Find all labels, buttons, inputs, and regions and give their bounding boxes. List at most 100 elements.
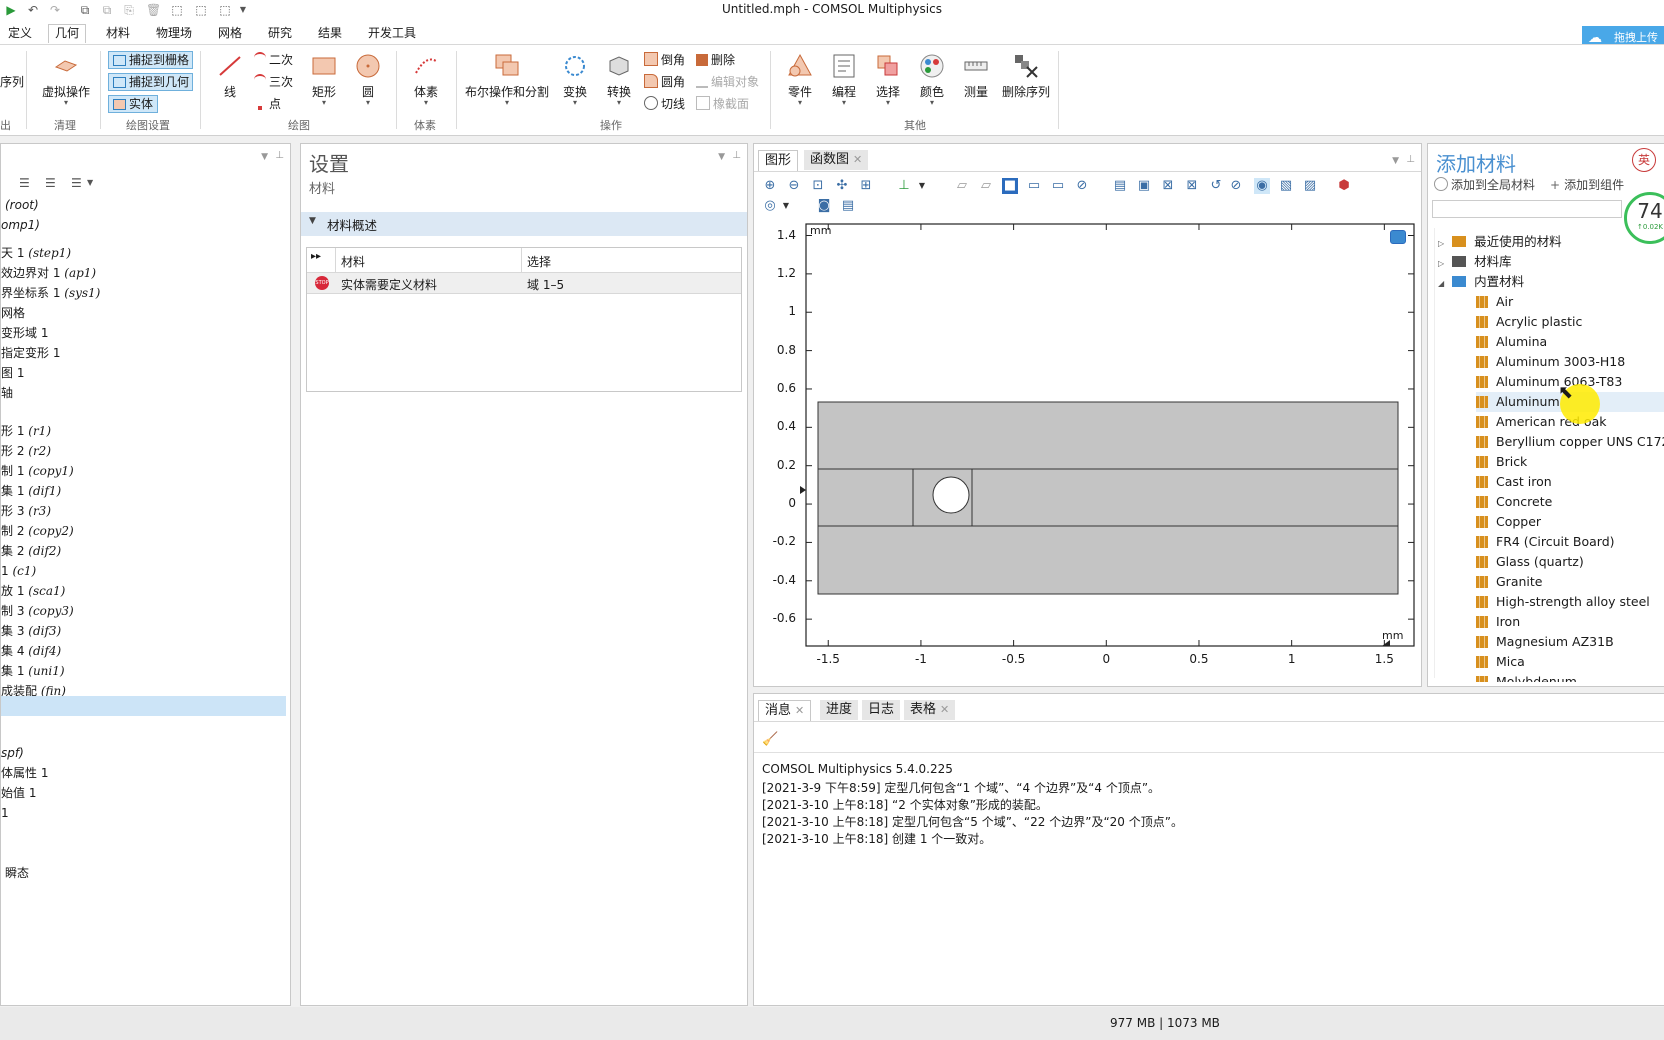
wireframe-icon[interactable]: ◉	[1254, 178, 1270, 194]
line-button[interactable]: 线	[212, 53, 248, 100]
language-badge-icon[interactable]: 英	[1632, 148, 1656, 172]
view-cube-icon[interactable]	[1390, 230, 1406, 244]
collapse-triangle-icon[interactable]: ◢	[1438, 279, 1444, 288]
print-icon[interactable]: ▤	[840, 198, 856, 214]
material-search-input[interactable]	[1432, 200, 1622, 218]
material-item[interactable]: Granite	[1476, 572, 1664, 592]
transform-button[interactable]: 变换 ▾	[556, 53, 594, 107]
tree-node[interactable]: 始值 1	[1, 784, 286, 803]
circle-button[interactable]: 圆 ▾	[350, 53, 386, 107]
convert-button[interactable]: 转换 ▾	[600, 53, 638, 107]
tree-node[interactable]: 集 2 (dif2)	[1, 542, 286, 561]
select-edge-icon[interactable]: ▭	[1050, 178, 1066, 194]
export-sequence-button[interactable]: 序列	[0, 73, 24, 91]
tree-node[interactable]: 1 (c1)	[1, 562, 286, 581]
geometry-plot[interactable]	[754, 220, 1421, 686]
chevron-down-icon[interactable]: ▼	[778, 198, 794, 214]
material-folder[interactable]: ▷ 材料库	[1438, 252, 1512, 272]
tree-node[interactable]: 网格	[1, 304, 286, 323]
material-item[interactable]: Cast iron	[1476, 472, 1664, 492]
close-icon[interactable]: ✕	[795, 704, 804, 717]
pin-icon[interactable]: ⊥	[275, 150, 284, 161]
programming-button[interactable]: 编程 ▾	[824, 53, 864, 107]
rectangle-button[interactable]: 矩形 ▾	[306, 53, 342, 107]
transparency-icon[interactable]: ▧	[1278, 178, 1294, 194]
zoom-out-icon[interactable]: ⊖	[786, 178, 802, 194]
column-header-selection[interactable]: 选择	[527, 253, 551, 270]
delete-sequence-button[interactable]: 删除序列	[1000, 53, 1052, 100]
expand-all-icon[interactable]: ☰	[19, 176, 30, 190]
cubic-button[interactable]: 三次	[254, 73, 293, 91]
tab-table[interactable]: 表格 ✕	[904, 700, 956, 720]
material-item[interactable]: Magnesium AZ31B	[1476, 632, 1664, 652]
tab-graphics[interactable]: 图形	[758, 150, 799, 171]
boolean-partition-button[interactable]: 布尔操作和分割 ▾	[462, 53, 552, 107]
tree-node[interactable]: 集 1 (uni1)	[1, 662, 286, 681]
section-header-material-overview[interactable]: ▼ 材料概述	[301, 212, 747, 236]
invert-selection-icon[interactable]: ⊠	[1184, 178, 1200, 194]
close-icon[interactable]: ✕	[940, 703, 949, 716]
zoom-in-icon[interactable]: ⊕	[762, 178, 778, 194]
tree-node[interactable]: 集 3 (dif3)	[1, 622, 286, 641]
material-item[interactable]: Molybdenum	[1476, 672, 1664, 682]
select-object-icon[interactable]: ▱	[954, 178, 970, 194]
virtual-ops-button[interactable]: 虚拟操作 ▾	[38, 53, 94, 107]
tree-node[interactable]: spf)	[1, 744, 286, 763]
selection-button[interactable]: 选择 ▾	[868, 53, 908, 107]
select-box-tool-icon[interactable]: ▤	[1112, 178, 1128, 194]
tree-node[interactable]: 制 1 (copy1)	[1, 462, 286, 481]
material-item[interactable]: Mica	[1476, 652, 1664, 672]
chevron-down-icon[interactable]: ▼	[87, 178, 93, 187]
pin-icon[interactable]: ⊥	[732, 150, 741, 161]
tree-node[interactable]: 瞬态	[1, 864, 290, 883]
column-header-material[interactable]: 材料	[341, 253, 365, 270]
tree-node[interactable]	[1, 696, 286, 716]
tree-node[interactable]: 效边界对 1 (ap1)	[1, 264, 286, 283]
tree-node[interactable]	[1, 844, 286, 863]
panel-menu-icon[interactable]: ▼	[718, 152, 725, 162]
tab-log[interactable]: 日志	[862, 700, 901, 720]
material-item[interactable]: Air	[1476, 292, 1664, 312]
tab-study[interactable]: 研究	[262, 25, 298, 43]
solid-toggle[interactable]: 实体	[108, 95, 158, 113]
tree-node[interactable]: 制 2 (copy2)	[1, 522, 286, 541]
tab-definitions[interactable]: 定义	[2, 25, 38, 43]
material-item[interactable]: High-strength alloy steel	[1476, 592, 1664, 612]
select-domain-icon[interactable]: ▱	[978, 178, 994, 194]
tree-node[interactable]: omp1)	[1, 216, 286, 235]
tree-node[interactable]: 制 3 (copy3)	[1, 602, 286, 621]
add-to-global-materials-button[interactable]: 添加到全局材料	[1434, 176, 1535, 194]
zoom-selected-icon[interactable]: ✣	[834, 178, 850, 194]
material-item[interactable]: Acrylic plastic	[1476, 312, 1664, 332]
snap-geometry-toggle[interactable]: 捕捉到几何	[108, 73, 193, 91]
geometry-viewport[interactable]: mm mm 1.4 1.2 1 0.8 0.6 0.4 0.2 0 -0.2 -0.4 -0.6 -…	[754, 220, 1421, 686]
tab-function-plot[interactable]: 函数图 ✕	[804, 150, 869, 170]
tree-node[interactable]: 变形域 1	[1, 324, 286, 343]
tab-progress[interactable]: 进度	[820, 700, 859, 720]
view-icon[interactable]: ◎	[762, 198, 778, 214]
axes-icon[interactable]: ⊥	[896, 178, 912, 194]
tab-physics[interactable]: 物理场	[150, 25, 198, 43]
tree-node[interactable]: 形 2 (r2)	[1, 442, 286, 461]
tree-node[interactable]: 轴	[1, 384, 286, 403]
tab-results[interactable]: 结果	[312, 25, 348, 43]
material-item[interactable]: Copper	[1476, 512, 1664, 532]
tree-node[interactable]: 放 1 (sca1)	[1, 582, 286, 601]
zoom-extents-icon[interactable]: ⊞	[858, 178, 874, 194]
color-button[interactable]: 颜色 ▾	[912, 53, 952, 107]
rubber-button[interactable]: 橡截面	[696, 95, 749, 113]
tab-mesh[interactable]: 网格	[212, 25, 248, 43]
tree-node[interactable]: 体属性 1	[1, 764, 286, 783]
broom-clear-icon[interactable]: 🧹	[762, 732, 778, 747]
close-icon[interactable]: ✕	[853, 153, 862, 166]
tree-node[interactable]: 集 4 (dif4)	[1, 642, 286, 661]
zoom-box-icon[interactable]: ⊡	[810, 178, 826, 194]
clear-selection-icon[interactable]: ⊠	[1160, 178, 1176, 194]
tree-node[interactable]: 界坐标系 1 (sys1)	[1, 284, 286, 303]
chamfer-button[interactable]: 倒角	[644, 51, 685, 69]
expand-columns-icon[interactable]: ▸▸	[311, 251, 321, 262]
material-item[interactable]: FR4 (Circuit Board)	[1476, 532, 1664, 552]
table-row[interactable]: STOP 实体需要定义材料 域 1–5	[307, 273, 741, 294]
tree-node[interactable]: (root)	[1, 196, 290, 215]
reset-icon[interactable]: ↺	[1208, 178, 1224, 194]
